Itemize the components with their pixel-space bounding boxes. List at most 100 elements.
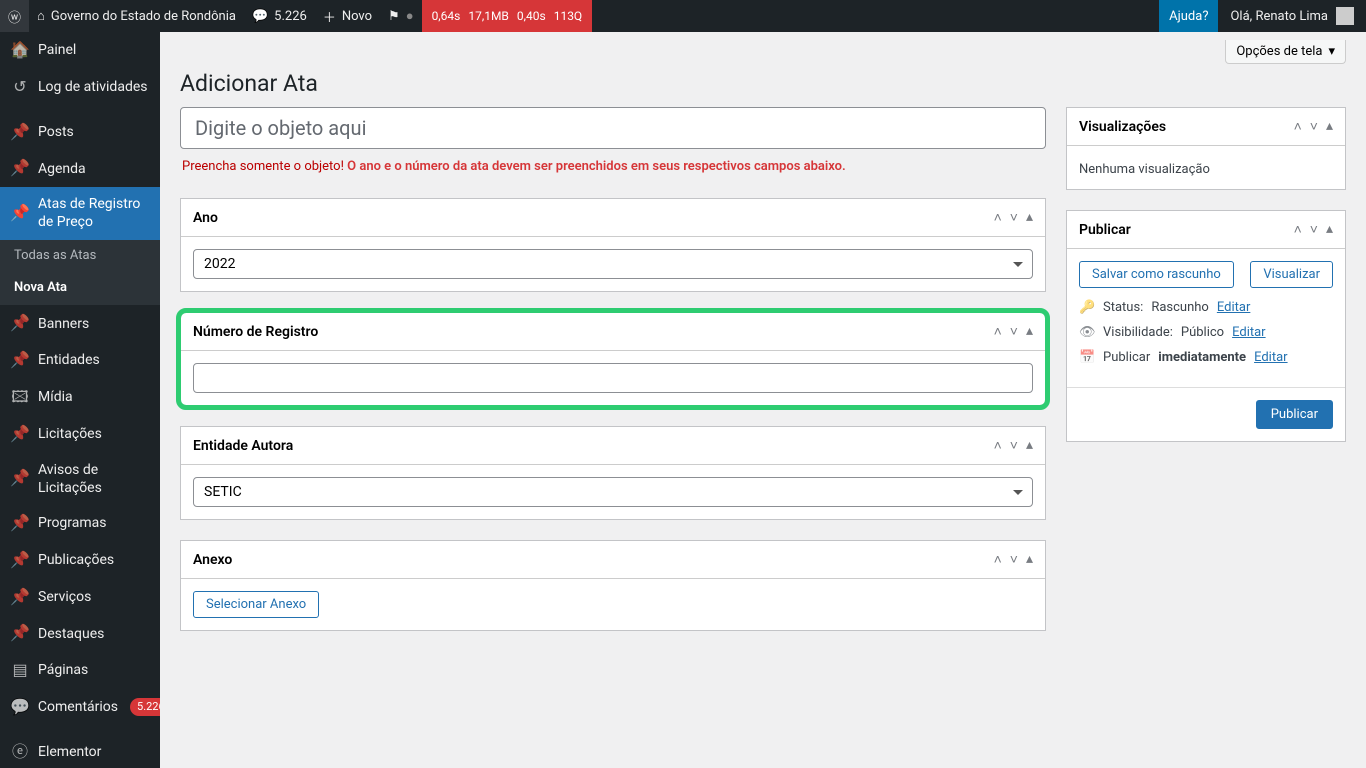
comment-badge: 5.226 xyxy=(130,698,160,716)
sidebar-item-label: Publicações xyxy=(38,551,152,569)
box-views-title: Visualizações xyxy=(1079,119,1294,135)
sidebar-item-avisos[interactable]: 📌 Avisos de Licitações xyxy=(0,453,160,505)
schedule-value: imediatamente xyxy=(1158,350,1246,365)
move-up-icon[interactable]: ˄ xyxy=(1294,118,1302,135)
move-down-icon[interactable]: ˅ xyxy=(1010,437,1018,454)
sidebar-item-label: Destaques xyxy=(38,625,152,643)
sidebar-item-label: Elementor xyxy=(38,743,152,761)
sidebar-sub-all-atas[interactable]: Todas as Atas xyxy=(0,240,160,273)
move-down-icon[interactable]: ˅ xyxy=(1310,221,1318,238)
debug-toggle[interactable]: ⚑ ● xyxy=(380,0,422,32)
schedule-row: 📅 Publicar imediatamente Editar xyxy=(1079,350,1333,365)
toggle-icon[interactable]: ▴ xyxy=(1326,221,1333,238)
screen-options-toggle[interactable]: Opções de tela ▾ xyxy=(1225,40,1346,64)
schedule-label: Publicar xyxy=(1103,350,1150,365)
stat-time1: 0,64s xyxy=(432,9,461,23)
sidebar-item-label: Licitações xyxy=(38,425,152,443)
toggle-icon[interactable]: ▴ xyxy=(1326,118,1333,135)
edit-status-link[interactable]: Editar xyxy=(1217,300,1251,315)
help-link[interactable]: Ajuda? xyxy=(1159,0,1218,32)
new-content[interactable]: ＋ Novo xyxy=(315,0,380,32)
stat-time2: 0,40s xyxy=(517,9,546,23)
sidebar-item-atas[interactable]: 📌 Atas de Registro de Preço xyxy=(0,187,160,239)
wp-logo[interactable]: ⓦ xyxy=(0,0,29,32)
sidebar-item-label: Posts xyxy=(38,123,152,141)
new-label: Novo xyxy=(342,9,372,24)
move-up-icon[interactable]: ˄ xyxy=(1294,221,1302,238)
save-draft-button[interactable]: Salvar como rascunho xyxy=(1079,261,1234,288)
publish-label: Publicar xyxy=(1271,407,1318,422)
sidebar-item-paginas[interactable]: ▤ Páginas xyxy=(0,652,160,689)
admin-bar: ⓦ ⌂ Governo do Estado de Rondônia 💬 5.22… xyxy=(0,0,1366,32)
pin-icon: 📌 xyxy=(10,122,30,143)
site-name-link[interactable]: ⌂ Governo do Estado de Rondônia xyxy=(29,0,244,32)
sidebar-item-publicacoes[interactable]: 📌 Publicações xyxy=(0,542,160,579)
helper-plain: Preencha somente o objeto! xyxy=(182,159,347,174)
comments-link[interactable]: 💬 5.226 xyxy=(244,0,315,32)
sidebar-item-entidades[interactable]: 📌 Entidades xyxy=(0,342,160,379)
title-input[interactable] xyxy=(180,107,1046,149)
pin-icon: 📌 xyxy=(10,550,30,571)
site-name: Governo do Estado de Rondônia xyxy=(51,9,236,24)
move-down-icon[interactable]: ˅ xyxy=(1010,209,1018,226)
toggle-icon[interactable]: ▴ xyxy=(1026,437,1033,454)
sidebar-submenu-atas: Todas as Atas Nova Ata xyxy=(0,240,160,306)
toggle-icon[interactable]: ▴ xyxy=(1026,551,1033,568)
move-up-icon[interactable]: ˄ xyxy=(994,551,1002,568)
toggle-icon[interactable]: ▴ xyxy=(1026,209,1033,226)
sidebar-item-agenda[interactable]: 📌 Agenda xyxy=(0,150,160,187)
entidade-select[interactable]: SETIC xyxy=(193,477,1033,507)
account-menu[interactable]: Olá, Renato Lima xyxy=(1218,7,1366,25)
key-icon: 🔑 xyxy=(1079,300,1095,315)
sidebar-item-label: Programas xyxy=(38,514,152,532)
publish-button[interactable]: Publicar xyxy=(1256,400,1333,429)
sidebar-item-label: Banners xyxy=(38,315,152,333)
toggle-icon[interactable]: ▴ xyxy=(1026,323,1033,340)
views-empty: Nenhuma visualização xyxy=(1079,162,1210,177)
sidebar-sub-new-ata[interactable]: Nova Ata xyxy=(0,272,160,305)
help-label: Ajuda? xyxy=(1169,9,1208,24)
select-anexo-button[interactable]: Selecionar Anexo xyxy=(193,591,319,618)
sidebar-item-label: Log de atividades xyxy=(38,78,152,96)
pin-icon: 📌 xyxy=(10,623,30,644)
sidebar-item-log[interactable]: ↺ Log de atividades xyxy=(0,69,160,106)
preview-button[interactable]: Visualizar xyxy=(1250,261,1333,288)
dashboard-icon: 🏠 xyxy=(10,40,30,61)
pin-icon: 📌 xyxy=(10,203,30,224)
query-monitor-stats[interactable]: 0,64s 17,1MB 0,40s 113Q xyxy=(422,0,593,32)
move-down-icon[interactable]: ˅ xyxy=(1010,323,1018,340)
move-up-icon[interactable]: ˄ xyxy=(994,209,1002,226)
sidebar-item-painel[interactable]: 🏠 Painel xyxy=(0,32,160,69)
sidebar-item-destaques[interactable]: 📌 Destaques xyxy=(0,615,160,652)
box-entidade: Entidade Autora ˄ ˅ ▴ SETIC xyxy=(180,426,1046,520)
sidebar-item-posts[interactable]: 📌 Posts xyxy=(0,114,160,151)
sidebar-item-label: Agenda xyxy=(38,160,152,178)
box-views: Visualizações ˄ ˅ ▴ Nenhuma visualização xyxy=(1066,107,1346,190)
sidebar-item-label: Serviços xyxy=(38,588,152,606)
box-publish: Publicar ˄ ˅ ▴ Salvar como rascunho Visu… xyxy=(1066,210,1346,442)
box-anexo: Anexo ˄ ˅ ▴ Selecionar Anexo xyxy=(180,540,1046,631)
numero-registro-input[interactable] xyxy=(193,363,1033,393)
sidebar-item-licitacoes[interactable]: 📌 Licitações xyxy=(0,416,160,453)
move-down-icon[interactable]: ˅ xyxy=(1310,118,1318,135)
sidebar-item-elementor[interactable]: ⓔ Elementor xyxy=(0,734,160,768)
sidebar-item-midia[interactable]: 🖾 Mídia xyxy=(0,379,160,416)
sidebar-item-banners[interactable]: 📌 Banners xyxy=(0,305,160,342)
sidebar-item-label: Comentários xyxy=(38,698,118,716)
move-up-icon[interactable]: ˄ xyxy=(994,323,1002,340)
sidebar-item-comentarios[interactable]: 💬 Comentários 5.226 xyxy=(0,689,160,726)
helper-bold: O ano e o número da ata devem ser preenc… xyxy=(347,159,846,174)
edit-visibility-link[interactable]: Editar xyxy=(1232,325,1266,340)
sidebar-item-label: Atas de Registro de Preço xyxy=(38,195,152,231)
sidebar-item-label: Páginas xyxy=(38,661,152,679)
edit-schedule-link[interactable]: Editar xyxy=(1254,350,1288,365)
sidebar-item-programas[interactable]: 📌 Programas xyxy=(0,505,160,542)
pin-icon: 📌 xyxy=(10,350,30,371)
ano-select[interactable]: 2022 xyxy=(193,249,1033,279)
move-up-icon[interactable]: ˄ xyxy=(994,437,1002,454)
home-icon: ⌂ xyxy=(37,8,45,24)
move-down-icon[interactable]: ˅ xyxy=(1010,551,1018,568)
sidebar-item-servicos[interactable]: 📌 Serviços xyxy=(0,579,160,616)
media-icon: 🖾 xyxy=(10,387,30,408)
pin-icon: 📌 xyxy=(10,587,30,608)
